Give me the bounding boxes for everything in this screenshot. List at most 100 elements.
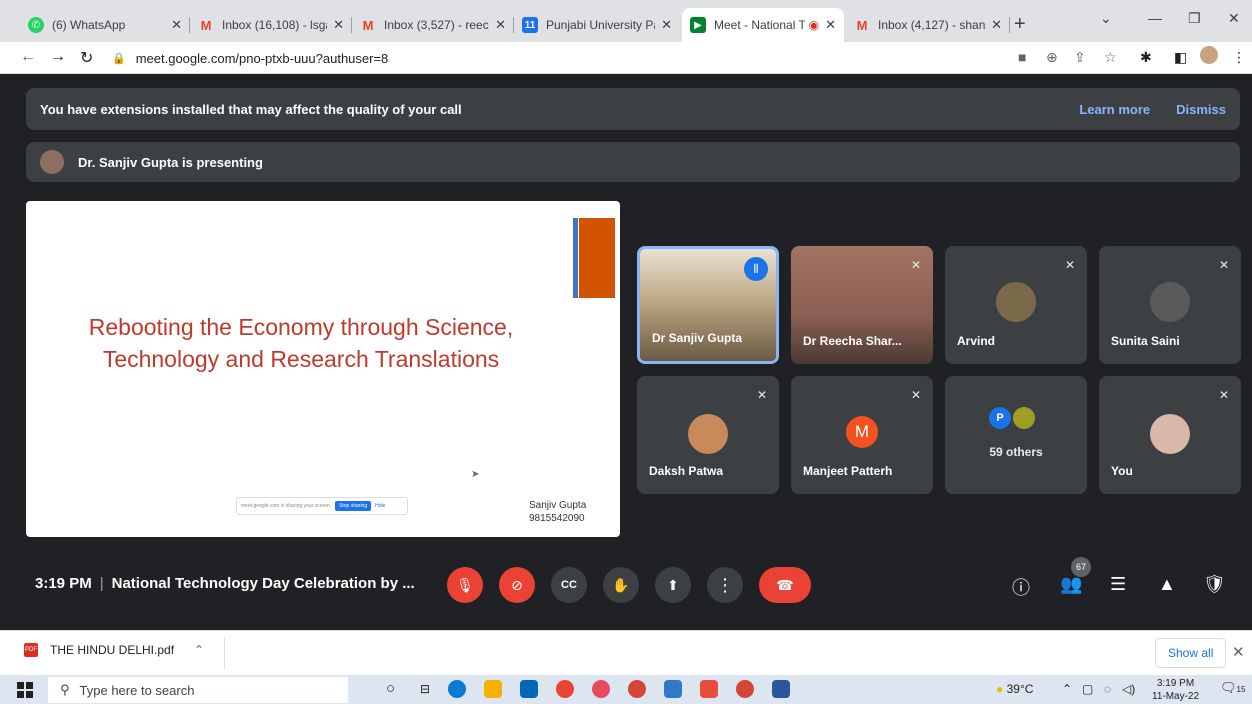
new-tab-button[interactable]: + bbox=[1014, 13, 1026, 36]
camera-icon[interactable]: ■ bbox=[1018, 49, 1026, 65]
hide-link: Hide bbox=[375, 503, 386, 509]
reload-icon[interactable]: ↻ bbox=[80, 48, 93, 68]
show-all-button[interactable]: Show all bbox=[1155, 638, 1227, 668]
weather-widget[interactable]: ● 39°C bbox=[996, 682, 1033, 696]
participant-tile[interactable]: ✕ Daksh Patwa bbox=[637, 376, 779, 494]
task-view-icon[interactable]: ⊟ bbox=[420, 682, 430, 696]
participant-tile[interactable]: ✕ M Manjeet Patterh bbox=[791, 376, 933, 494]
address-bar[interactable]: 🔒 meet.google.com/pno-ptxb-uuu?authuser=… bbox=[112, 46, 1002, 70]
file-explorer-icon[interactable] bbox=[484, 680, 502, 698]
tab-title: Meet - National T bbox=[714, 18, 805, 32]
wifi-icon[interactable]: ◌ bbox=[1104, 682, 1111, 696]
app-icon[interactable] bbox=[592, 680, 610, 698]
avatar bbox=[1013, 407, 1035, 429]
chat-icon[interactable]: ☰ bbox=[1110, 574, 1126, 595]
tab-calendar[interactable]: 11 Punjabi University Pat ✕ bbox=[514, 8, 680, 42]
sharing-notice: meet.google.com is sharing your screen. … bbox=[236, 497, 408, 515]
sun-icon: ● bbox=[996, 682, 1004, 696]
forward-icon[interactable]: → bbox=[50, 48, 66, 66]
slide-accent-orange bbox=[579, 218, 615, 298]
minimize-button[interactable]: — bbox=[1148, 10, 1162, 26]
participant-name: Arvind bbox=[957, 334, 996, 348]
tab-meet[interactable]: ▶ Meet - National T ◉ ✕ bbox=[682, 8, 844, 42]
taskbar-search[interactable]: ⚲ Type here to search bbox=[48, 677, 348, 703]
end-call-button[interactable]: ☎ bbox=[759, 567, 811, 603]
volume-icon[interactable]: ◁) bbox=[1122, 682, 1135, 696]
learn-more-link[interactable]: Learn more bbox=[1079, 102, 1150, 117]
participant-tile[interactable]: ✕ Sunita Saini bbox=[1099, 246, 1241, 364]
browser-tab-strip: ✆ (6) WhatsApp ✕ M Inbox (16,108) - lsga… bbox=[0, 0, 1252, 42]
self-tile[interactable]: ✕ You bbox=[1099, 376, 1241, 494]
cortana-icon[interactable]: ○ bbox=[386, 680, 395, 697]
slide-presenter-info: Sanjiv Gupta 9815542090 bbox=[529, 500, 587, 524]
anydesk-icon[interactable] bbox=[700, 680, 718, 698]
word-icon[interactable] bbox=[772, 680, 790, 698]
dismiss-button[interactable]: Dismiss bbox=[1176, 102, 1226, 117]
chrome-profile-icon-2[interactable] bbox=[736, 680, 754, 698]
download-item[interactable]: PDF THE HINDU DELHI.pdf ⌃ bbox=[24, 643, 204, 657]
network-icon[interactable]: ▢ bbox=[1082, 682, 1093, 696]
chrome-profile-icon[interactable] bbox=[628, 680, 646, 698]
system-clock[interactable]: 3:19 PM 11-May-22 bbox=[1152, 677, 1199, 703]
avatar bbox=[996, 282, 1036, 322]
participant-tile[interactable]: ✕ Dr Reecha Shar... bbox=[791, 246, 933, 364]
tab-gmail-2[interactable]: M Inbox (3,527) - reecha ✕ bbox=[352, 8, 514, 42]
chevron-up-icon[interactable]: ⌃ bbox=[194, 643, 204, 657]
maximize-button[interactable]: ❐ bbox=[1188, 10, 1201, 27]
close-icon[interactable]: ✕ bbox=[333, 17, 344, 33]
tab-search-icon[interactable]: ⌄ bbox=[1100, 10, 1112, 27]
windows-start-icon[interactable] bbox=[17, 682, 33, 698]
raise-hand-button[interactable]: ✋ bbox=[603, 567, 639, 603]
close-icon[interactable]: ✕ bbox=[991, 17, 1002, 33]
mic-off-icon: ✕ bbox=[1064, 258, 1075, 272]
back-icon[interactable]: ← bbox=[20, 48, 36, 66]
close-icon[interactable]: ✕ bbox=[495, 17, 506, 33]
stop-sharing-button: Stop sharing bbox=[335, 501, 372, 511]
mic-off-button[interactable]: 🎙 bbox=[447, 567, 483, 603]
store-icon[interactable] bbox=[520, 680, 538, 698]
tab-whatsapp[interactable]: ✆ (6) WhatsApp ✕ bbox=[20, 8, 190, 42]
tab-gmail-3[interactable]: M Inbox (4,127) - shanka ✕ bbox=[846, 8, 1010, 42]
pdf-icon: PDF bbox=[24, 643, 38, 657]
notification-icon[interactable]: 🗨15 bbox=[1220, 680, 1245, 696]
profile-avatar[interactable] bbox=[1200, 46, 1218, 64]
captions-button[interactable]: CC bbox=[551, 567, 587, 603]
close-icon[interactable]: ✕ bbox=[825, 17, 836, 33]
close-icon[interactable]: ✕ bbox=[1232, 643, 1245, 661]
tab-gmail-1[interactable]: M Inbox (16,108) - lsgaut ✕ bbox=[190, 8, 352, 42]
close-window-button[interactable]: ✕ bbox=[1228, 10, 1240, 27]
zoom-icon[interactable]: ⊕ bbox=[1046, 49, 1058, 66]
extensions-icon[interactable]: ✱ bbox=[1140, 49, 1152, 66]
gmail-icon: M bbox=[362, 17, 374, 33]
whatsapp-icon: ✆ bbox=[28, 17, 44, 33]
participant-name: Sunita Saini bbox=[1111, 334, 1180, 348]
present-button[interactable]: ⬆ bbox=[655, 567, 691, 603]
menu-icon[interactable]: ⋮ bbox=[1232, 49, 1246, 66]
avatar: M bbox=[846, 416, 878, 448]
people-icon[interactable]: 👥 bbox=[1060, 574, 1082, 595]
others-tile[interactable]: P 59 others bbox=[945, 376, 1087, 494]
url-text: meet.google.com/pno-ptxb-uuu?authuser=8 bbox=[135, 50, 389, 66]
close-icon[interactable]: ✕ bbox=[661, 17, 672, 33]
edge-icon[interactable] bbox=[448, 680, 466, 698]
gmail-icon: M bbox=[856, 17, 868, 33]
info-icon[interactable]: ⓘ bbox=[1012, 574, 1030, 600]
presenter-avatar bbox=[40, 150, 64, 174]
share-icon[interactable]: ⇪ bbox=[1074, 49, 1086, 66]
side-panel-icon[interactable]: ◧ bbox=[1174, 49, 1187, 66]
camera-off-button[interactable]: ⊘ bbox=[499, 567, 535, 603]
more-options-button[interactable]: ⋮ bbox=[707, 567, 743, 603]
chrome-icon[interactable] bbox=[556, 680, 574, 698]
tray-chevron-icon[interactable]: ⌃ bbox=[1062, 682, 1072, 696]
participant-tile[interactable]: ✕ Arvind bbox=[945, 246, 1087, 364]
bookmark-star-icon[interactable]: ☆ bbox=[1104, 49, 1117, 66]
recording-icon: ◉ bbox=[808, 18, 820, 32]
participant-tile[interactable]: ⦀ Dr Sanjiv Gupta bbox=[637, 246, 779, 364]
activities-icon[interactable]: ▲ bbox=[1158, 574, 1176, 595]
host-controls-icon[interactable]: 🛡 bbox=[1203, 574, 1226, 595]
participant-name: Manjeet Patterh bbox=[803, 464, 893, 478]
mic-off-icon: ✕ bbox=[756, 388, 767, 402]
others-count: 59 others bbox=[989, 445, 1043, 459]
close-icon[interactable]: ✕ bbox=[171, 17, 182, 33]
teamviewer-icon[interactable] bbox=[664, 680, 682, 698]
